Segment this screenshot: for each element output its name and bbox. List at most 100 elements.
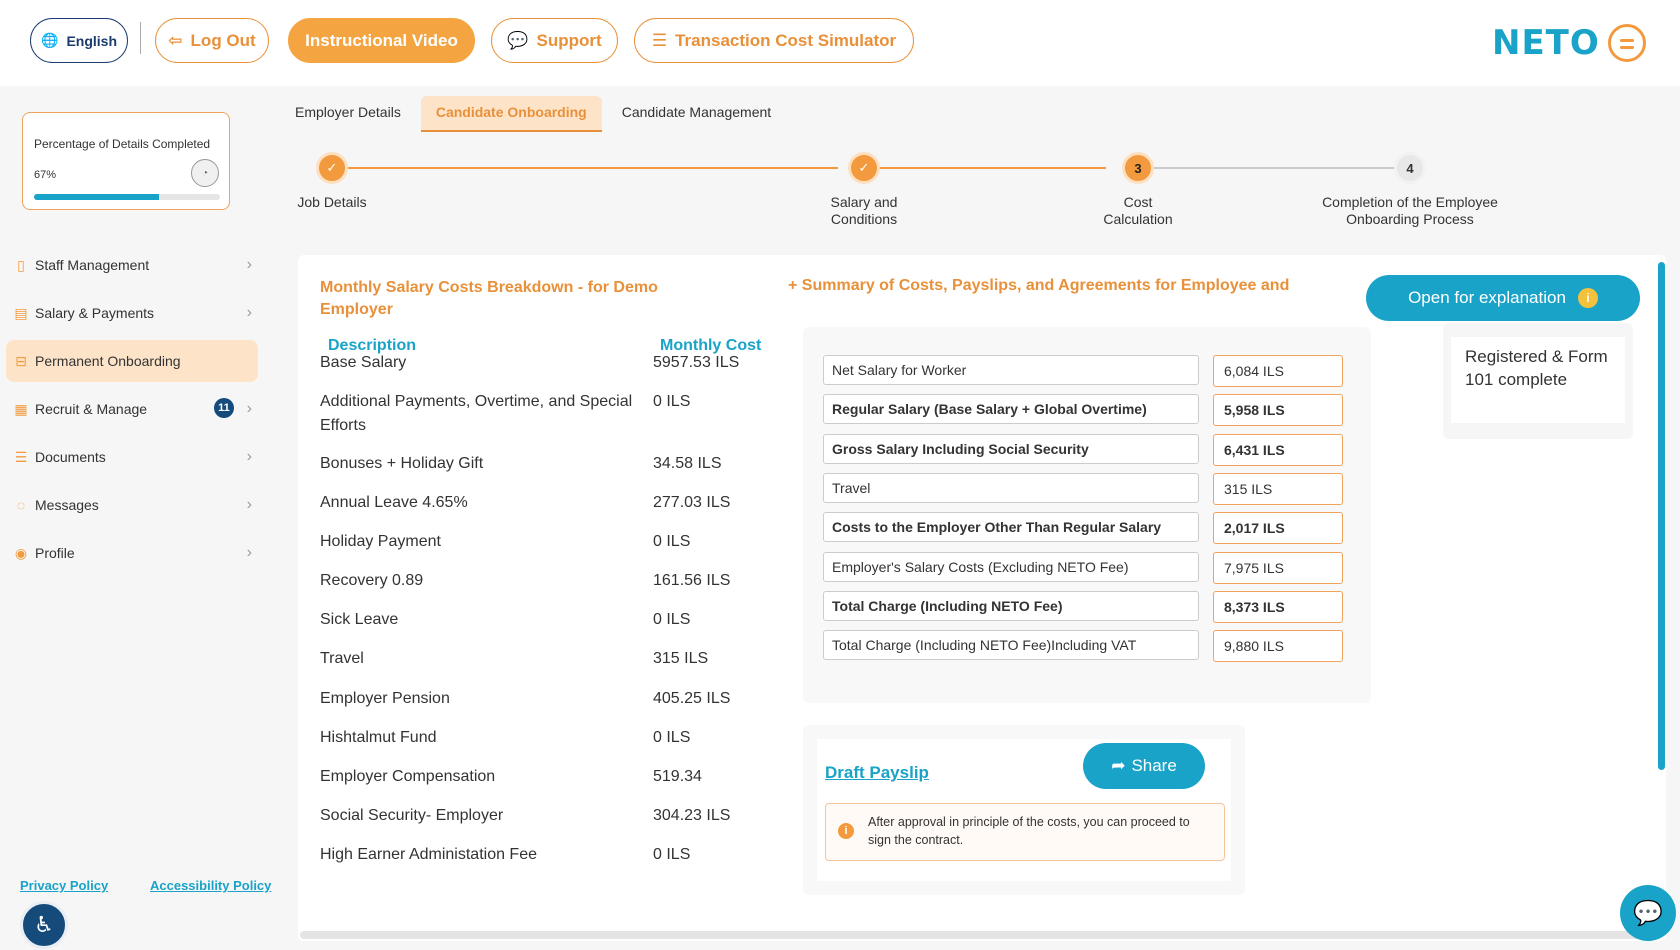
summary-row: Costs to the Employer Other Than Regular… [823, 512, 1343, 545]
user-icon: ◉ [14, 544, 28, 561]
transaction-cost-simulator-button[interactable]: ☰ Transaction Cost Simulator [634, 18, 914, 63]
instructional-video-button[interactable]: Instructional Video [288, 18, 475, 63]
tab-employer-details[interactable]: Employer Details [295, 96, 401, 132]
step-3-indicator[interactable]: 3 [1122, 152, 1154, 184]
step-4-label: Completion of the Employee Onboarding Pr… [1322, 194, 1498, 227]
files-icon: ☰ [14, 448, 28, 465]
sidebar-item-label: Staff Management [35, 257, 150, 273]
sidebar-item-label: Documents [35, 449, 106, 465]
explain-label: Open for explanation [1408, 288, 1566, 307]
logout-icon: ⇦ [168, 30, 183, 50]
summary-value: 6,084 ILS [1213, 355, 1343, 387]
row-description: Base Salary [320, 354, 407, 371]
sidebar-item-profile[interactable]: ◉ Profile › [6, 532, 258, 574]
status-box: Registered & Form 101 complete [1443, 323, 1633, 439]
summary-row: Total Charge (Including NETO Fee)Includi… [823, 630, 1343, 663]
row-description: High Earner Administation Fee [320, 846, 537, 863]
progress-label: Percentage of Details Completed [34, 137, 211, 151]
sidebar-item-staff-management[interactable]: ▯ Staff Management › [6, 244, 258, 286]
summary-row: Net Salary for Worker 6,084 ILS [823, 355, 1343, 387]
privacy-policy-link[interactable]: Privacy Policy [20, 878, 108, 893]
draft-payslip-link[interactable]: Draft Payslip [825, 763, 929, 783]
tab-bar: Employer Details Candidate Onboarding Ca… [295, 96, 791, 132]
sidebar-item-permanent-onboarding[interactable]: ⊟ Permanent Onboarding [6, 340, 258, 382]
sidebar-item-label: Salary & Payments [35, 305, 155, 321]
divider [140, 22, 141, 54]
briefcase-icon: ⊟ [15, 352, 27, 369]
summary-label: Travel [823, 472, 1199, 503]
sidebar-item-label: Messages [35, 497, 99, 513]
accessibility-policy-link[interactable]: Accessibility Policy [150, 878, 271, 893]
row-value: 161.56 ILS [653, 572, 731, 589]
language-button[interactable]: 🌐 English [30, 18, 128, 63]
chevron-right-icon: › [246, 256, 252, 273]
row-description: Recovery 0.89 [320, 572, 424, 589]
summary-label: Employer's Salary Costs (Excluding NETO … [823, 551, 1199, 582]
row-description: Employer Compensation [320, 768, 496, 785]
vertical-scrollbar[interactable] [1658, 262, 1665, 770]
neto-logo[interactable]: NETO [1492, 20, 1646, 66]
payslip-box: Draft Payslip ➦ Share i After approval i… [803, 725, 1245, 895]
registration-status: Registered & Form 101 complete [1451, 337, 1625, 423]
contract-note: i After approval in principle of the cos… [825, 803, 1225, 861]
cost-calculation-panel: Monthly Salary Costs Breakdown - for Dem… [298, 255, 1666, 941]
sidebar-item-recruit-manage[interactable]: ▦ Recruit & Manage 11 › [6, 388, 258, 430]
sidebar-item-messages[interactable]: ◌ Messages › [6, 484, 258, 526]
logo-text: NETO [1492, 23, 1600, 63]
step-connector [332, 167, 838, 169]
row-description: Travel [320, 650, 364, 667]
tab-candidate-onboarding[interactable]: Candidate Onboarding [420, 96, 602, 132]
video-label: Instructional Video [305, 30, 458, 50]
sidebar-item-label: Permanent Onboarding [35, 353, 181, 369]
info-icon: i [838, 823, 854, 839]
step-4-indicator[interactable]: 4 [1394, 152, 1426, 184]
summary-label: Net Salary for Worker [823, 355, 1199, 385]
note-text: After approval in principle of the costs… [868, 815, 1190, 847]
share-button[interactable]: ➦ Share [1083, 743, 1205, 789]
row-description: Employer Pension [320, 690, 450, 707]
progress-bar-fill [34, 194, 159, 200]
step-1-check-icon[interactable]: ✓ [316, 152, 348, 184]
row-description: Additional Payments, Overtime, and Speci… [320, 393, 633, 434]
share-label: Share [1131, 756, 1177, 775]
chat-icon: ◌ [16, 497, 26, 513]
step-2-label: Salary and Conditions [830, 194, 898, 227]
breakdown-title: Monthly Salary Costs Breakdown - for Dem… [320, 279, 658, 318]
row-description: Sick Leave [320, 611, 399, 628]
tab-candidate-management[interactable]: Candidate Management [622, 96, 771, 132]
step-2-check-icon[interactable]: ✓ [848, 152, 880, 184]
chat-bubble-icon: 💬 [507, 30, 529, 50]
open-explanation-button[interactable]: Open for explanation i [1366, 275, 1640, 321]
summary-value: 8,373 ILS [1213, 590, 1343, 623]
row-description: Bonuses + Holiday Gift [320, 455, 484, 472]
sidebar-item-salary-payments[interactable]: ▤ Salary & Payments › [6, 292, 258, 334]
logout-button[interactable]: ⇦ Log Out [155, 18, 269, 63]
summary-label: Costs to the Employer Other Than Regular… [823, 512, 1199, 543]
summary-row: Gross Salary Including Social Security 6,… [823, 433, 1343, 466]
accessibility-icon[interactable]: ♿ [20, 901, 68, 949]
summary-row: Employer's Salary Costs (Excluding NETO … [823, 551, 1343, 584]
row-value: 0 ILS [653, 729, 691, 746]
chat-support-icon[interactable]: 💬 [1620, 885, 1676, 941]
payslip-icon: ▤ [14, 304, 28, 321]
chevron-right-icon: › [246, 544, 252, 561]
sidebar-item-documents[interactable]: ☰ Documents › [6, 436, 258, 478]
summary-row: Total Charge (Including NETO Fee) 8,373 I… [823, 590, 1343, 623]
row-value: 405.25 ILS [653, 690, 731, 707]
row-value: 0 ILS [653, 533, 691, 550]
grid-icon: ▦ [14, 400, 28, 417]
row-value: 34.58 ILS [653, 455, 722, 472]
horizontal-scrollbar[interactable] [300, 931, 1660, 939]
chevron-right-icon: › [246, 400, 252, 417]
row-value: 0 ILS [653, 393, 691, 410]
support-button[interactable]: 💬 Support [491, 18, 618, 63]
support-label: Support [536, 30, 602, 50]
step-1-label: Job Details [297, 194, 367, 210]
summary-label: Regular Salary (Base Salary + Global Ove… [823, 394, 1199, 425]
info-icon: i [1577, 288, 1598, 308]
summary-title[interactable]: + Summary of Costs, Payslips, and Agreem… [788, 277, 1289, 295]
row-value: 315 ILS [653, 650, 709, 667]
summary-value: 315 ILS [1213, 472, 1343, 505]
sidebar: Percentage of Details Completed 67% ◔ ▯ … [0, 86, 270, 950]
step-connector [880, 167, 1106, 169]
